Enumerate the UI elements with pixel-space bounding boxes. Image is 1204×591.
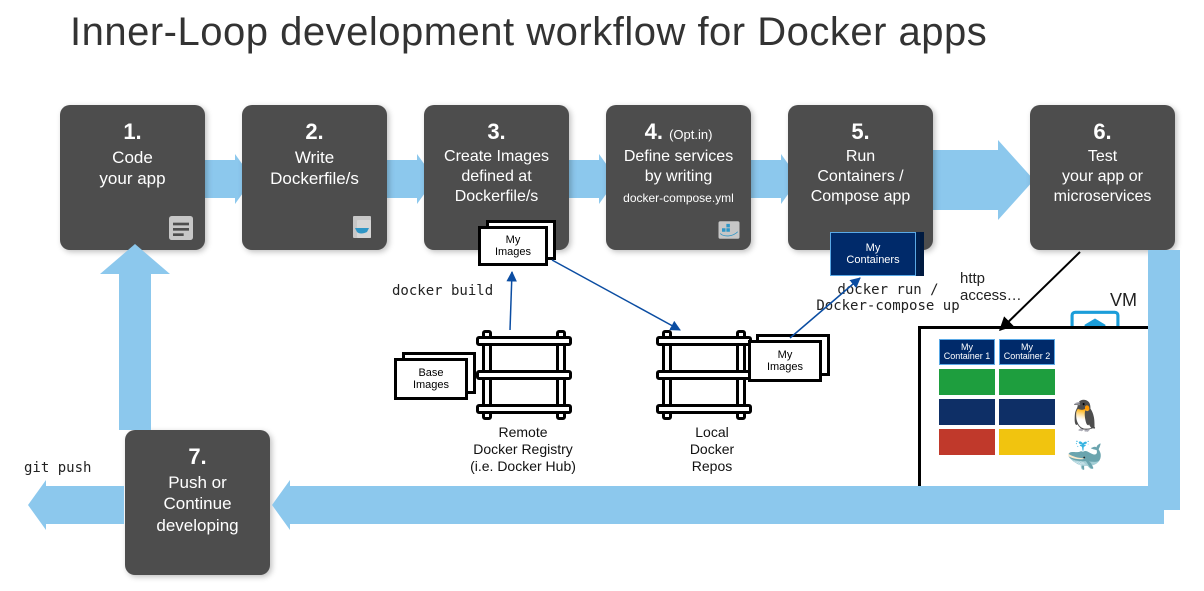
flow-arrow	[290, 486, 1164, 524]
docker-icon	[715, 216, 743, 244]
step-desc: Run Containers / Compose app	[796, 147, 925, 207]
stack-label: Base Images	[394, 358, 468, 400]
step-desc: Define services by writing	[614, 147, 743, 187]
step-desc: Create Images defined at Dockerfile/s	[432, 147, 561, 207]
step-number: 6.	[1038, 119, 1167, 145]
vm-label: VM	[1110, 290, 1137, 311]
flow-arrow-big	[928, 150, 998, 210]
remote-rack	[476, 330, 572, 420]
step-2: 2. Write Dockerfile/s	[242, 105, 387, 250]
remote-rack-caption: Remote Docker Registry (i.e. Docker Hub)	[453, 424, 593, 474]
my-containers-block: My Containers	[830, 232, 916, 276]
my-images-stack-2: My Images	[748, 340, 822, 382]
flow-arrow	[564, 160, 599, 198]
step-desc: Push or Continue developing	[133, 472, 262, 536]
slab	[999, 429, 1055, 455]
my-container-1: My Container 1	[939, 339, 995, 365]
base-images-stack: Base Images	[394, 358, 468, 400]
step-4: 4. (Opt.in) Define services by writing d…	[606, 105, 751, 250]
local-rack	[656, 330, 752, 420]
flow-arrow	[1148, 250, 1180, 510]
stack-label: My Images	[748, 340, 822, 382]
my-container-2: My Container 2	[999, 339, 1055, 365]
docker-file-icon	[347, 212, 379, 244]
my-images-stack: My Images	[478, 226, 548, 266]
flow-arrow-gitpush	[46, 486, 124, 524]
step-number: 4. (Opt.in)	[614, 119, 743, 145]
linux-icon: 🐧	[1066, 399, 1103, 434]
http-access-label: http access…	[960, 270, 1022, 304]
step-1: 1. Code your app	[60, 105, 205, 250]
git-push-label: git push	[24, 460, 91, 476]
slab	[939, 429, 995, 455]
step-number: 7.	[133, 444, 262, 470]
vm-box: My Container 1 My Container 2 🐧 🐳	[918, 326, 1158, 506]
flow-arrow	[200, 160, 235, 198]
step-subtext: docker-compose.yml	[614, 191, 743, 205]
step-number: 3.	[432, 119, 561, 145]
stack-label: My Images	[478, 226, 548, 266]
step-desc: Write Dockerfile/s	[250, 147, 379, 190]
page-title: Inner-Loop development workflow for Dock…	[70, 10, 987, 55]
docker-run-label: docker run / Docker-compose up	[808, 282, 968, 314]
slab	[939, 399, 995, 425]
docker-build-label: docker build	[392, 283, 493, 299]
document-icon	[165, 212, 197, 244]
step-desc: Code your app	[68, 147, 197, 190]
slab	[999, 369, 1055, 395]
step-7: 7. Push or Continue developing	[125, 430, 270, 575]
step-5: 5. Run Containers / Compose app	[788, 105, 933, 250]
flow-up-arrowhead	[100, 244, 170, 274]
flow-arrow	[119, 270, 151, 430]
step-number: 5.	[796, 119, 925, 145]
flow-arrow	[746, 160, 781, 198]
docker-whale-icon: 🐳	[1066, 439, 1103, 474]
flow-arrow	[382, 160, 417, 198]
step-number: 1.	[68, 119, 197, 145]
step-number: 2.	[250, 119, 379, 145]
local-rack-caption: Local Docker Repos	[642, 424, 782, 474]
slab	[939, 369, 995, 395]
slab	[999, 399, 1055, 425]
step-6: 6. Test your app or microservices	[1030, 105, 1175, 250]
step-desc: Test your app or microservices	[1038, 147, 1167, 207]
